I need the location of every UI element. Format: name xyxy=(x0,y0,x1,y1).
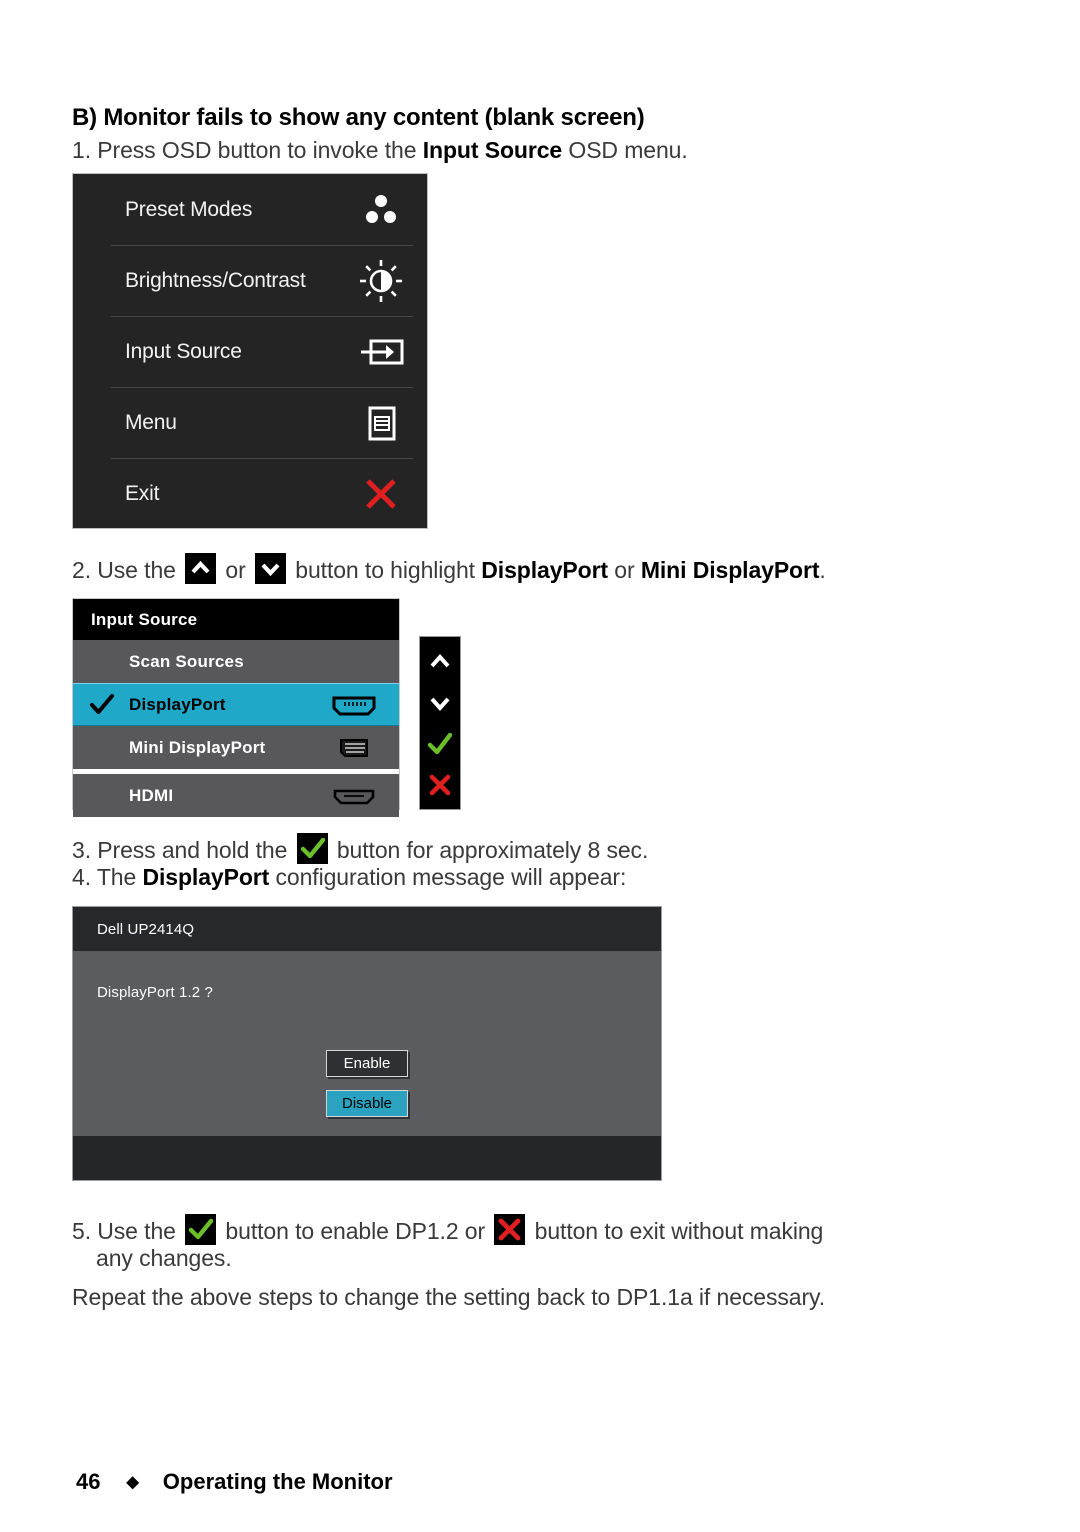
displayport-connector-icon xyxy=(331,694,377,716)
osd-menu-item-exit[interactable]: Exit xyxy=(73,458,427,529)
step-2-part-e: or xyxy=(607,557,641,583)
osd-input-source-menu: Input Source Scan Sources DisplayPort Mi… xyxy=(72,598,400,817)
step-3-part-b: button for approximately 8 sec. xyxy=(330,837,649,863)
step-4-part-c: configuration message will appear: xyxy=(269,864,627,890)
dialog-message: DisplayPort 1.2 ? xyxy=(97,984,213,1001)
page-number: 46 xyxy=(76,1469,101,1494)
up-chevron-icon xyxy=(185,553,217,584)
mini-displayport-connector-icon xyxy=(331,737,377,759)
step-4-bold-displayport: DisplayPort xyxy=(142,864,270,890)
osd-main-menu: Preset Modes Brightness/Contrast Input S… xyxy=(72,173,428,529)
step-2-text: 2. Use the or button to highlight Displa… xyxy=(72,553,826,584)
step-5-part-c: button to exit without making xyxy=(528,1218,824,1244)
down-chevron-icon[interactable] xyxy=(425,688,455,718)
step-2-part-b: or xyxy=(219,557,252,583)
dialog-footer-bar xyxy=(73,1136,661,1180)
check-icon xyxy=(296,833,328,864)
osd-menu-label: Brightness/Contrast xyxy=(125,268,306,292)
enable-button[interactable]: Enable xyxy=(326,1050,408,1077)
document-page: B) Monitor fails to show any content (bl… xyxy=(0,0,1080,1532)
close-x-icon xyxy=(494,1214,526,1245)
diamond-bullet-icon: ◆ xyxy=(126,1474,139,1491)
input-option-displayport[interactable]: DisplayPort xyxy=(73,683,399,726)
exit-x-icon xyxy=(357,470,405,518)
displayport-config-dialog: Dell UP2414Q DisplayPort 1.2 ? Enable Di… xyxy=(72,906,662,1181)
osd-menu-item-brightness-contrast[interactable]: Brightness/Contrast xyxy=(73,245,427,316)
check-icon xyxy=(89,692,115,718)
step-2-bold-displayport: DisplayPort xyxy=(481,557,608,583)
input-option-mini-displayport[interactable]: Mini DisplayPort xyxy=(73,726,399,769)
step-5-part-b: button to enable DP1.2 or xyxy=(219,1218,492,1244)
osd-menu-label: Input Source xyxy=(125,339,242,363)
step-1-text: 1. Press OSD button to invoke the Input … xyxy=(72,139,688,162)
osd-menu-item-menu[interactable]: Menu xyxy=(73,387,427,458)
osd-menu-label: Menu xyxy=(125,410,177,434)
preset-modes-icon xyxy=(357,186,405,234)
step-1-bold-input-source: Input Source xyxy=(422,137,563,163)
step-4-text: 4. The DisplayPort configuration message… xyxy=(72,866,626,889)
step-2-part-c: button to highlight xyxy=(288,557,482,583)
osd-menu-label: Exit xyxy=(125,481,160,505)
hdmi-connector-icon xyxy=(331,785,377,807)
dialog-body: DisplayPort 1.2 ? Enable Disable xyxy=(73,951,661,1136)
input-option-label: DisplayPort xyxy=(129,694,226,714)
input-option-label: HDMI xyxy=(129,785,174,805)
step-3-part-a: 3. Press and hold the xyxy=(72,837,294,863)
input-source-icon xyxy=(357,328,405,376)
step-5-continuation: any changes. xyxy=(96,1245,232,1271)
footer-section-title: Operating the Monitor xyxy=(162,1469,393,1494)
osd-side-key-column xyxy=(419,636,461,810)
down-chevron-icon xyxy=(254,553,286,584)
osd-menu-item-preset-modes[interactable]: Preset Modes xyxy=(73,174,427,245)
check-icon[interactable] xyxy=(425,729,455,759)
repeat-instruction-text: Repeat the above steps to change the set… xyxy=(72,1284,826,1310)
step-5-part-a: 5. Use the xyxy=(72,1218,183,1244)
osd-input-title: Input Source xyxy=(73,599,399,640)
step-2-bold-mini-displayport: Mini DisplayPort xyxy=(640,557,820,583)
osd-menu-item-input-source[interactable]: Input Source xyxy=(73,316,427,387)
osd-menu-label: Preset Modes xyxy=(125,197,253,221)
step-2-part-g: . xyxy=(819,557,826,583)
step-1-part-c: OSD menu. xyxy=(562,137,688,163)
check-icon xyxy=(185,1214,217,1245)
close-x-icon[interactable] xyxy=(425,770,455,800)
menu-icon xyxy=(357,399,405,447)
page-footer: 46 ◆ Operating the Monitor xyxy=(76,1469,393,1495)
page-heading: B) Monitor fails to show any content (bl… xyxy=(72,104,645,131)
disable-button[interactable]: Disable xyxy=(326,1090,408,1117)
step-1-part-a: 1. Press OSD button to invoke the xyxy=(72,137,423,163)
input-option-label: Mini DisplayPort xyxy=(129,737,266,757)
up-chevron-icon[interactable] xyxy=(425,647,455,677)
input-option-hdmi[interactable]: HDMI xyxy=(73,774,399,817)
input-option-label: Scan Sources xyxy=(129,651,244,671)
dialog-title: Dell UP2414Q xyxy=(73,907,661,951)
step-5-text: 5. Use the button to enable DP1.2 or but… xyxy=(72,1214,823,1245)
step-2-part-a: 2. Use the xyxy=(72,557,183,583)
step-4-part-a: 4. The xyxy=(72,864,143,890)
step-3-text: 3. Press and hold the button for approxi… xyxy=(72,833,648,864)
brightness-contrast-icon xyxy=(357,257,405,305)
input-option-scan-sources[interactable]: Scan Sources xyxy=(73,640,399,683)
